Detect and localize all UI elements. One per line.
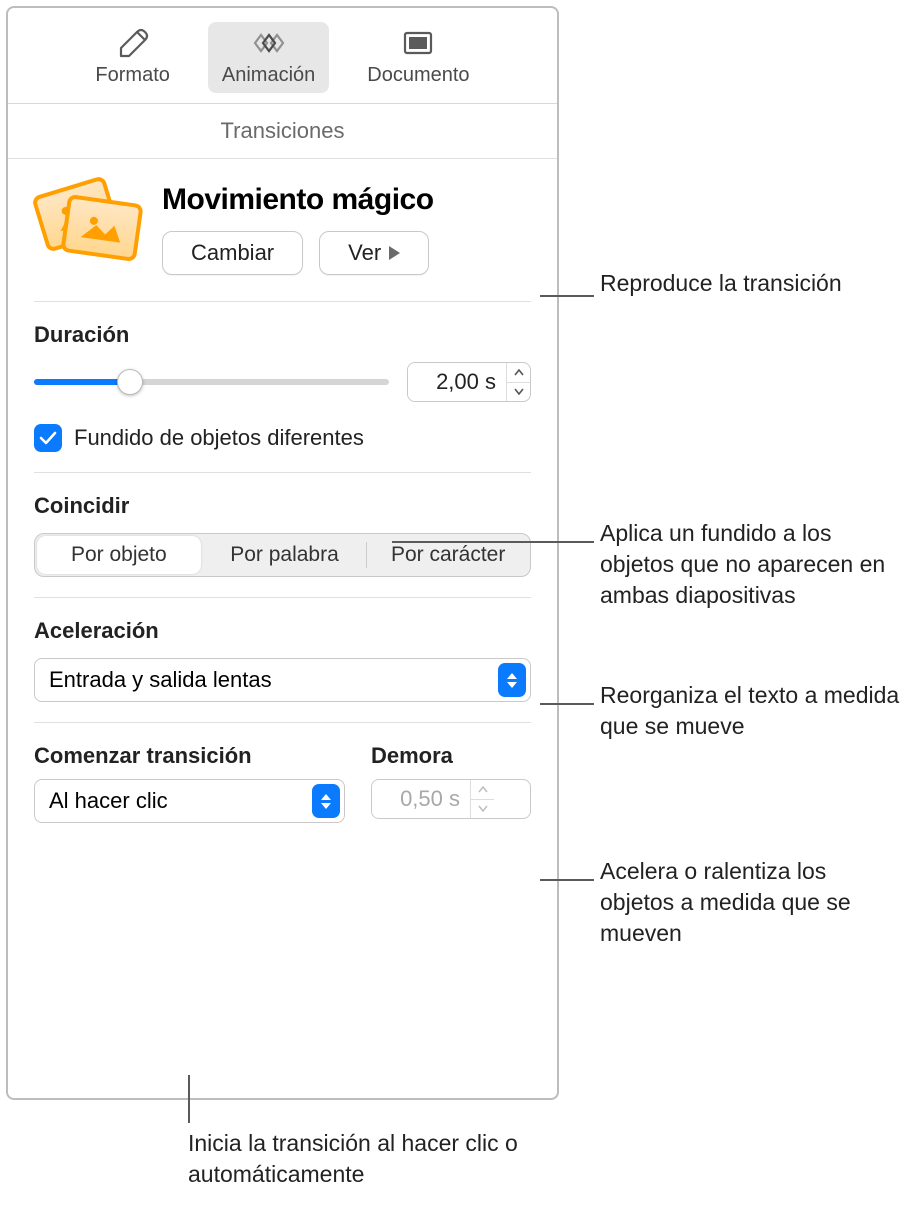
select-arrows-icon bbox=[498, 663, 526, 697]
preview-button[interactable]: Ver bbox=[319, 231, 429, 275]
duration-step-up[interactable] bbox=[507, 363, 530, 382]
duration-value: 2,00 s bbox=[408, 363, 506, 401]
callout-preview: Reproduce la transición bbox=[600, 268, 880, 299]
callout-fade: Aplica un fundido a los objetos que no a… bbox=[600, 518, 900, 611]
select-arrows-icon bbox=[312, 784, 340, 818]
delay-label: Demora bbox=[371, 743, 531, 769]
format-brush-icon bbox=[115, 28, 151, 58]
animation-diamonds-icon bbox=[251, 28, 287, 58]
change-button[interactable]: Cambiar bbox=[162, 231, 303, 275]
start-select[interactable]: Al hacer clic bbox=[34, 779, 345, 823]
transition-preview-icon bbox=[34, 183, 142, 265]
delay-step-down[interactable] bbox=[471, 799, 494, 819]
duration-step-down[interactable] bbox=[507, 382, 530, 402]
change-button-label: Cambiar bbox=[191, 240, 274, 266]
callout-accel: Acelera o ralentiza los objetos a medida… bbox=[600, 856, 900, 949]
tab-format[interactable]: Formato bbox=[81, 22, 183, 93]
section-title: Transiciones bbox=[8, 104, 557, 159]
start-label: Comenzar transición bbox=[34, 743, 345, 769]
match-seg-word[interactable]: Por palabra bbox=[203, 534, 367, 576]
inspector-panel: Formato Animación Documento Transiciones bbox=[6, 6, 559, 1100]
document-icon bbox=[400, 28, 436, 58]
preview-button-label: Ver bbox=[348, 240, 381, 266]
match-label: Coincidir bbox=[34, 493, 531, 519]
callout-start: Inicia la transición al hacer clic o aut… bbox=[188, 1128, 608, 1190]
transition-name: Movimiento mágico bbox=[162, 183, 531, 217]
callout-match: Reorganiza el texto a medida que se muev… bbox=[600, 680, 910, 742]
delay-step-up[interactable] bbox=[471, 780, 494, 799]
accel-label: Aceleración bbox=[34, 618, 531, 644]
accel-select[interactable]: Entrada y salida lentas bbox=[34, 658, 531, 702]
tab-format-label: Formato bbox=[95, 64, 169, 87]
tab-document-label: Documento bbox=[367, 64, 469, 87]
match-seg-object[interactable]: Por objeto bbox=[37, 536, 201, 574]
duration-label: Duración bbox=[34, 322, 531, 348]
play-icon bbox=[389, 246, 400, 260]
delay-field[interactable]: 0,50 s bbox=[371, 779, 531, 819]
duration-slider[interactable] bbox=[34, 367, 389, 397]
delay-value: 0,50 s bbox=[372, 780, 470, 818]
accel-value: Entrada y salida lentas bbox=[49, 667, 272, 693]
tab-animation[interactable]: Animación bbox=[208, 22, 329, 93]
start-value: Al hacer clic bbox=[49, 788, 168, 814]
match-segmented: Por objeto Por palabra Por carácter bbox=[34, 533, 531, 577]
tab-document[interactable]: Documento bbox=[353, 22, 483, 93]
fade-checkbox-label: Fundido de objetos diferentes bbox=[74, 425, 364, 451]
tab-animation-label: Animación bbox=[222, 64, 315, 87]
fade-checkbox[interactable] bbox=[34, 424, 62, 452]
toolbar: Formato Animación Documento bbox=[8, 8, 557, 104]
duration-field[interactable]: 2,00 s bbox=[407, 362, 531, 402]
